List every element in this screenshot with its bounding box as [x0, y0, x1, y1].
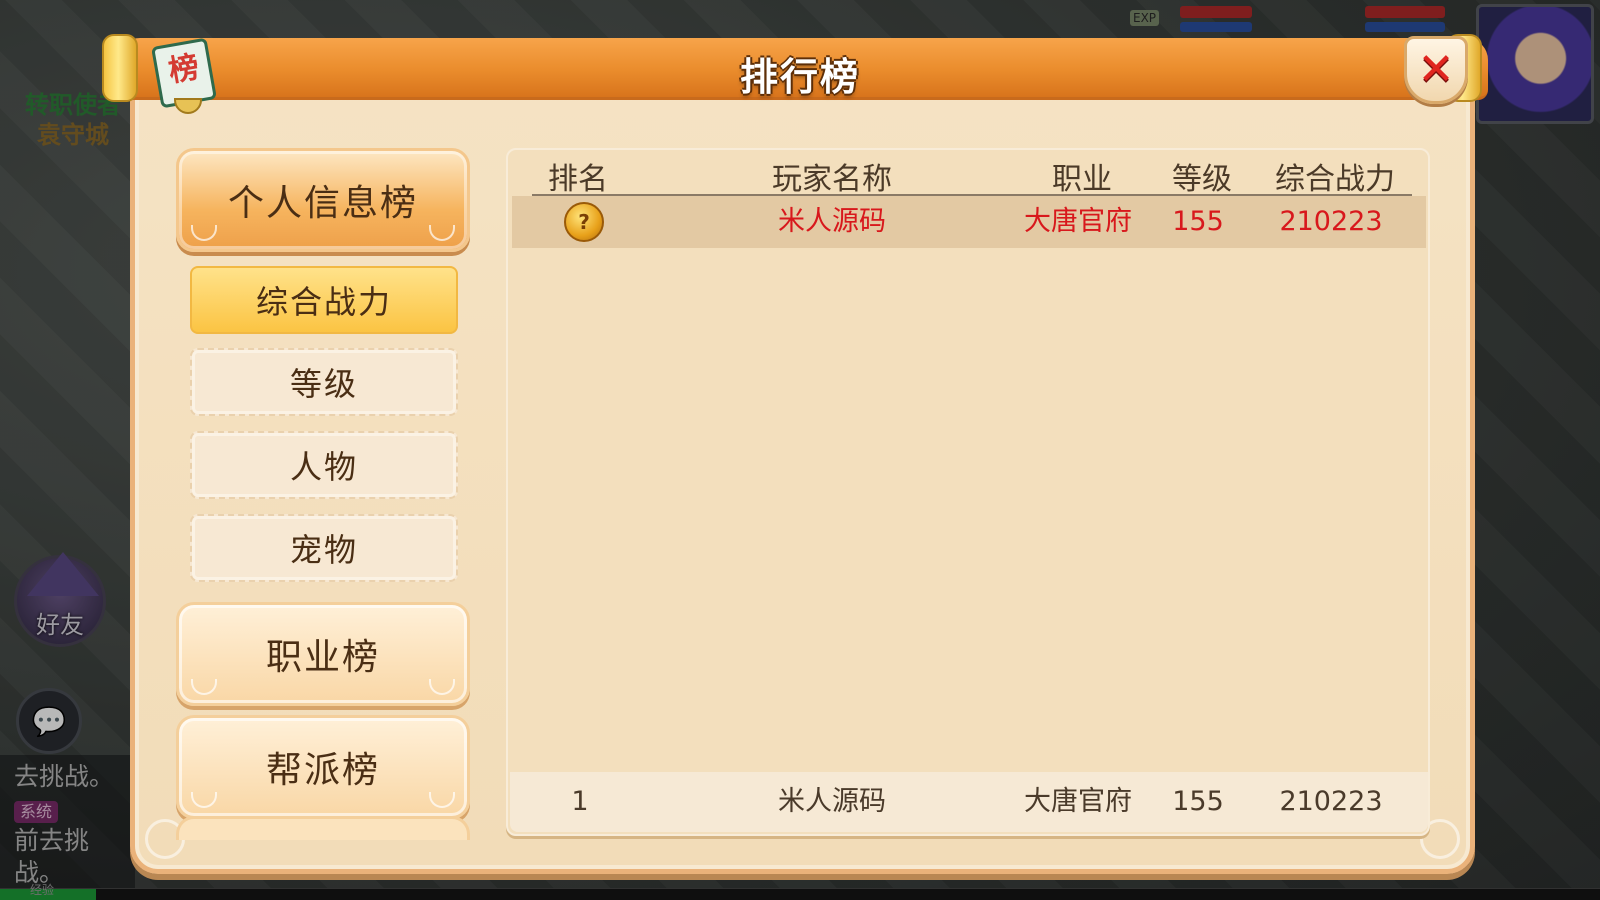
header-level: 等级 — [1172, 162, 1232, 197]
cloud-ornament — [429, 679, 455, 695]
bell-ornament — [174, 98, 202, 114]
sub-tab-label: 等级 — [289, 365, 358, 403]
table-header: 排名 玩家名称 职业 等级 综合战力 — [532, 150, 1412, 197]
my-rank-power: 210223 — [1279, 786, 1383, 817]
cloud-ornament — [429, 225, 455, 241]
category-label: 个人信息榜 — [227, 183, 418, 224]
my-rank-level: 155 — [1172, 786, 1224, 817]
table-row[interactable]: ? 米人源码 大唐官府 155 210223 — [512, 196, 1426, 248]
sub-tab-label: 宠物 — [289, 531, 358, 569]
sub-tab-label: 综合战力 — [255, 283, 392, 321]
sub-tab-character[interactable]: 人物 — [190, 431, 458, 499]
header-rank: 排名 — [548, 162, 608, 197]
window-title: 排行榜 — [739, 55, 860, 99]
cloud-ornament — [429, 792, 455, 808]
header-class: 职业 — [1052, 162, 1112, 197]
category-profession[interactable]: 职业榜 — [176, 602, 470, 706]
badge-glyph: 榜 — [166, 49, 202, 90]
cell-class: 大唐官府 — [1024, 206, 1132, 237]
cell-player-name: 米人源码 — [778, 206, 886, 237]
my-rank-number: 1 — [571, 786, 589, 817]
my-rank-row: 1 米人源码 大唐官府 155 210223 — [510, 772, 1428, 832]
cloud-ornament — [191, 792, 217, 808]
my-rank-name: 米人源码 — [778, 786, 886, 817]
sub-tab-label: 人物 — [289, 448, 358, 486]
close-button[interactable]: ✕ — [1404, 36, 1468, 104]
cell-combat-power: 210223 — [1279, 206, 1383, 237]
gold-medal-icon: ? — [564, 202, 604, 242]
header-player-name: 玩家名称 — [772, 162, 892, 197]
category-guild[interactable]: 帮派榜 — [176, 715, 470, 819]
ranking-badge-icon: 榜 — [146, 36, 224, 116]
menu-next-item-peek[interactable] — [176, 816, 470, 840]
sub-tab-level[interactable]: 等级 — [190, 348, 458, 416]
ranking-table: 排名 玩家名称 职业 等级 综合战力 ? 米人源码 大唐官府 155 21022… — [506, 148, 1430, 836]
my-rank-class: 大唐官府 — [1024, 786, 1132, 817]
cell-level: 155 — [1172, 206, 1224, 237]
ranking-category-menu: 个人信息榜 综合战力 等级 人物 宠物 职业榜 帮派榜 — [168, 140, 478, 840]
sub-tab-pet[interactable]: 宠物 — [190, 514, 458, 582]
category-personal-info[interactable]: 个人信息榜 — [176, 148, 470, 252]
close-icon: ✕ — [1417, 44, 1455, 95]
category-label: 职业榜 — [265, 637, 380, 678]
cloud-ornament — [191, 225, 217, 241]
header-combat-power: 综合战力 — [1275, 162, 1395, 197]
category-label: 帮派榜 — [265, 750, 380, 791]
sub-tab-combat-power[interactable]: 综合战力 — [190, 266, 458, 334]
cloud-ornament — [191, 679, 217, 695]
